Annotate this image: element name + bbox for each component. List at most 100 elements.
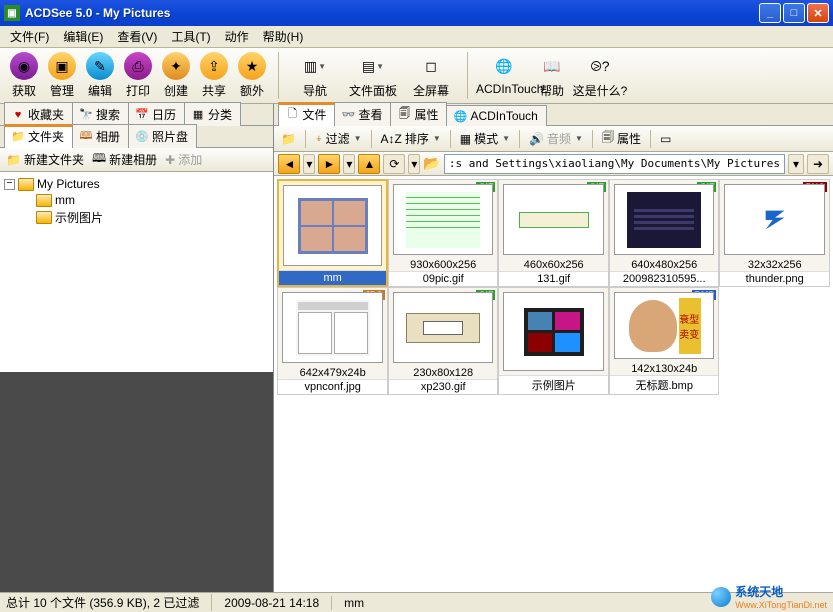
- acdintouch-button[interactable]: 🌐ACDInTouch: [476, 52, 532, 99]
- minimize-button[interactable]: _: [759, 3, 781, 23]
- path-bar: ◄ ▾ ► ▾ ▲ ⟳ ▾ 📂 :s and Settings\xiaolian…: [274, 152, 833, 176]
- status-selection: mm: [344, 596, 376, 610]
- folder-icon: 📁: [11, 131, 25, 143]
- new-folder-button[interactable]: 📁新建文件夹: [6, 151, 84, 168]
- new-album-icon: 🕮: [92, 149, 106, 170]
- print-button[interactable]: ⎙打印: [120, 52, 156, 99]
- up-button[interactable]: ▲: [358, 154, 380, 174]
- fullscreen-button[interactable]: ◻全屏幕: [403, 52, 459, 99]
- acquire-button[interactable]: ◉获取: [6, 52, 42, 99]
- tab-files[interactable]: 🗋文件: [278, 102, 335, 126]
- menu-view[interactable]: 查看(V): [111, 26, 163, 47]
- menu-action[interactable]: 动作: [219, 26, 255, 47]
- left-tabs-lower: 📁文件夹 🕮相册 💿照片盘: [0, 126, 273, 148]
- tab-search[interactable]: 🔭搜索: [72, 102, 129, 126]
- glasses-icon: 👓: [341, 109, 355, 121]
- path-field[interactable]: :s and Settings\xiaoliang\My Documents\M…: [444, 154, 785, 174]
- app-icon: ▣: [4, 5, 20, 21]
- edit-button[interactable]: ✎编辑: [82, 52, 118, 99]
- funnel-icon: ⍖: [315, 131, 322, 146]
- fullscreen-icon: ◻: [417, 52, 445, 80]
- thumb-xp230[interactable]: GIF 230x80x128 xp230.gif: [388, 287, 499, 395]
- tab-favorites[interactable]: ♥收藏夹: [4, 102, 73, 126]
- folder-icon: 📂: [423, 155, 440, 172]
- menu-edit[interactable]: 编辑(E): [57, 26, 109, 47]
- props-button[interactable]: 🗐属性: [599, 127, 644, 150]
- create-icon: ✦: [162, 52, 190, 80]
- share-button[interactable]: ⇪共享: [196, 52, 232, 99]
- tree-root[interactable]: − My Pictures: [2, 176, 271, 192]
- filepanel-button[interactable]: ▤▼文件面板: [345, 52, 401, 99]
- menu-help[interactable]: 帮助(H): [257, 26, 310, 47]
- folder-tree[interactable]: − My Pictures mm 示例图片: [0, 172, 273, 372]
- main-toolbar: ◉获取 ▣管理 ✎编辑 ⎙打印 ✦创建 ⇪共享 ★额外 ▥▼导航 ▤▼文件面板 …: [0, 48, 833, 104]
- manage-button[interactable]: ▣管理: [44, 52, 80, 99]
- back-button[interactable]: ◄: [278, 154, 300, 174]
- go-button[interactable]: ➜: [807, 154, 829, 174]
- nav-icon: ▥▼: [301, 52, 329, 80]
- fwd-split[interactable]: ▾: [343, 154, 355, 174]
- new-album-button[interactable]: 🕮新建相册: [92, 149, 157, 170]
- extra-button[interactable]: ★额外: [234, 52, 270, 99]
- thumb-thunder[interactable]: PNG 32x32x256 thunder.png: [719, 179, 830, 287]
- select-button[interactable]: ▭: [657, 131, 674, 147]
- folder-icon: [36, 194, 52, 207]
- menu-tools[interactable]: 工具(T): [165, 26, 216, 47]
- tab-acdintouch[interactable]: 🌐ACDInTouch: [446, 105, 546, 126]
- window-controls: _ □ ✕: [759, 3, 829, 23]
- print-icon: ⎙: [124, 52, 152, 80]
- tab-discs[interactable]: 💿照片盘: [128, 124, 197, 148]
- collapse-icon[interactable]: −: [4, 179, 15, 190]
- mode-button[interactable]: ▦模式▼: [457, 129, 513, 148]
- thumb-2009823[interactable]: GIF 640x480x256 200982310595...: [609, 179, 720, 287]
- thumb-vpnconf[interactable]: JPG 642x479x24b vpnconf.jpg: [277, 287, 388, 395]
- audio-button[interactable]: 🔊音频▼: [526, 129, 586, 148]
- thumb-mm[interactable]: mm: [277, 179, 388, 287]
- close-button[interactable]: ✕: [807, 3, 829, 23]
- props-icon: 🗐: [602, 128, 614, 149]
- left-action-bar: 📁新建文件夹 🕮新建相册 ✚添加: [0, 148, 273, 172]
- titlebar: ▣ ACDSee 5.0 - My Pictures _ □ ✕: [0, 0, 833, 26]
- tab-calendar[interactable]: 📅日历: [128, 102, 185, 126]
- speaker-icon: 🔊: [529, 132, 544, 146]
- rt-folder-button[interactable]: 📁: [278, 131, 299, 147]
- filter-button[interactable]: ⍖过滤▼: [312, 129, 364, 148]
- history-button[interactable]: ⟳: [383, 154, 405, 174]
- acquire-icon: ◉: [10, 52, 38, 80]
- tab-view[interactable]: 👓查看: [334, 102, 391, 126]
- thumb-mode-icon: ▦: [460, 132, 471, 146]
- create-button[interactable]: ✦创建: [158, 52, 194, 99]
- folder-icon: [36, 211, 52, 224]
- help-button[interactable]: 📖帮助: [534, 52, 570, 99]
- watermark-logo: [711, 587, 731, 607]
- left-tabs-upper: ♥收藏夹 🔭搜索 📅日历 ▦分类: [0, 104, 273, 126]
- extra-icon: ★: [238, 52, 266, 80]
- disc-icon: 💿: [135, 131, 149, 143]
- menu-file[interactable]: 文件(F): [4, 26, 55, 47]
- fwd-button[interactable]: ►: [318, 154, 340, 174]
- maximize-button[interactable]: □: [783, 3, 805, 23]
- path-dropdown[interactable]: ▾: [788, 154, 804, 174]
- nav-button[interactable]: ▥▼导航: [287, 52, 343, 99]
- tab-category[interactable]: ▦分类: [184, 102, 241, 126]
- thumb-131[interactable]: GIF 460x60x256 131.gif: [498, 179, 609, 287]
- history-split[interactable]: ▾: [408, 154, 420, 174]
- back-split[interactable]: ▾: [303, 154, 315, 174]
- add-button[interactable]: ✚添加: [165, 151, 202, 168]
- sort-icon: A↕Z: [381, 132, 402, 146]
- tree-node-sample[interactable]: 示例图片: [20, 208, 271, 227]
- select-icon: ▭: [660, 132, 671, 146]
- binoculars-icon: 🔭: [79, 109, 93, 121]
- tree-node-mm[interactable]: mm: [20, 192, 271, 208]
- whats-button[interactable]: ⧁?这是什么?: [572, 52, 628, 99]
- statusbar: 总计 10 个文件 (356.9 KB), 2 已过滤 2009-08-21 1…: [0, 592, 833, 612]
- thumb-sample[interactable]: 示例图片: [498, 287, 609, 395]
- thumb-untitled[interactable]: BMP 衰型卖变 142x130x24b 无标题.bmp: [609, 287, 720, 395]
- heart-icon: ♥: [11, 109, 25, 121]
- tab-albums[interactable]: 🕮相册: [72, 124, 129, 148]
- thumbnail-grid[interactable]: mm GIF 930x600x256 09pic.gif GIF 460x60x…: [274, 176, 833, 592]
- sort-button[interactable]: A↕Z排序▼: [378, 129, 444, 148]
- thumb-09pic[interactable]: GIF 930x600x256 09pic.gif: [388, 179, 499, 287]
- tab-props[interactable]: 🗐属性: [390, 102, 447, 126]
- tab-folders[interactable]: 📁文件夹: [4, 124, 73, 148]
